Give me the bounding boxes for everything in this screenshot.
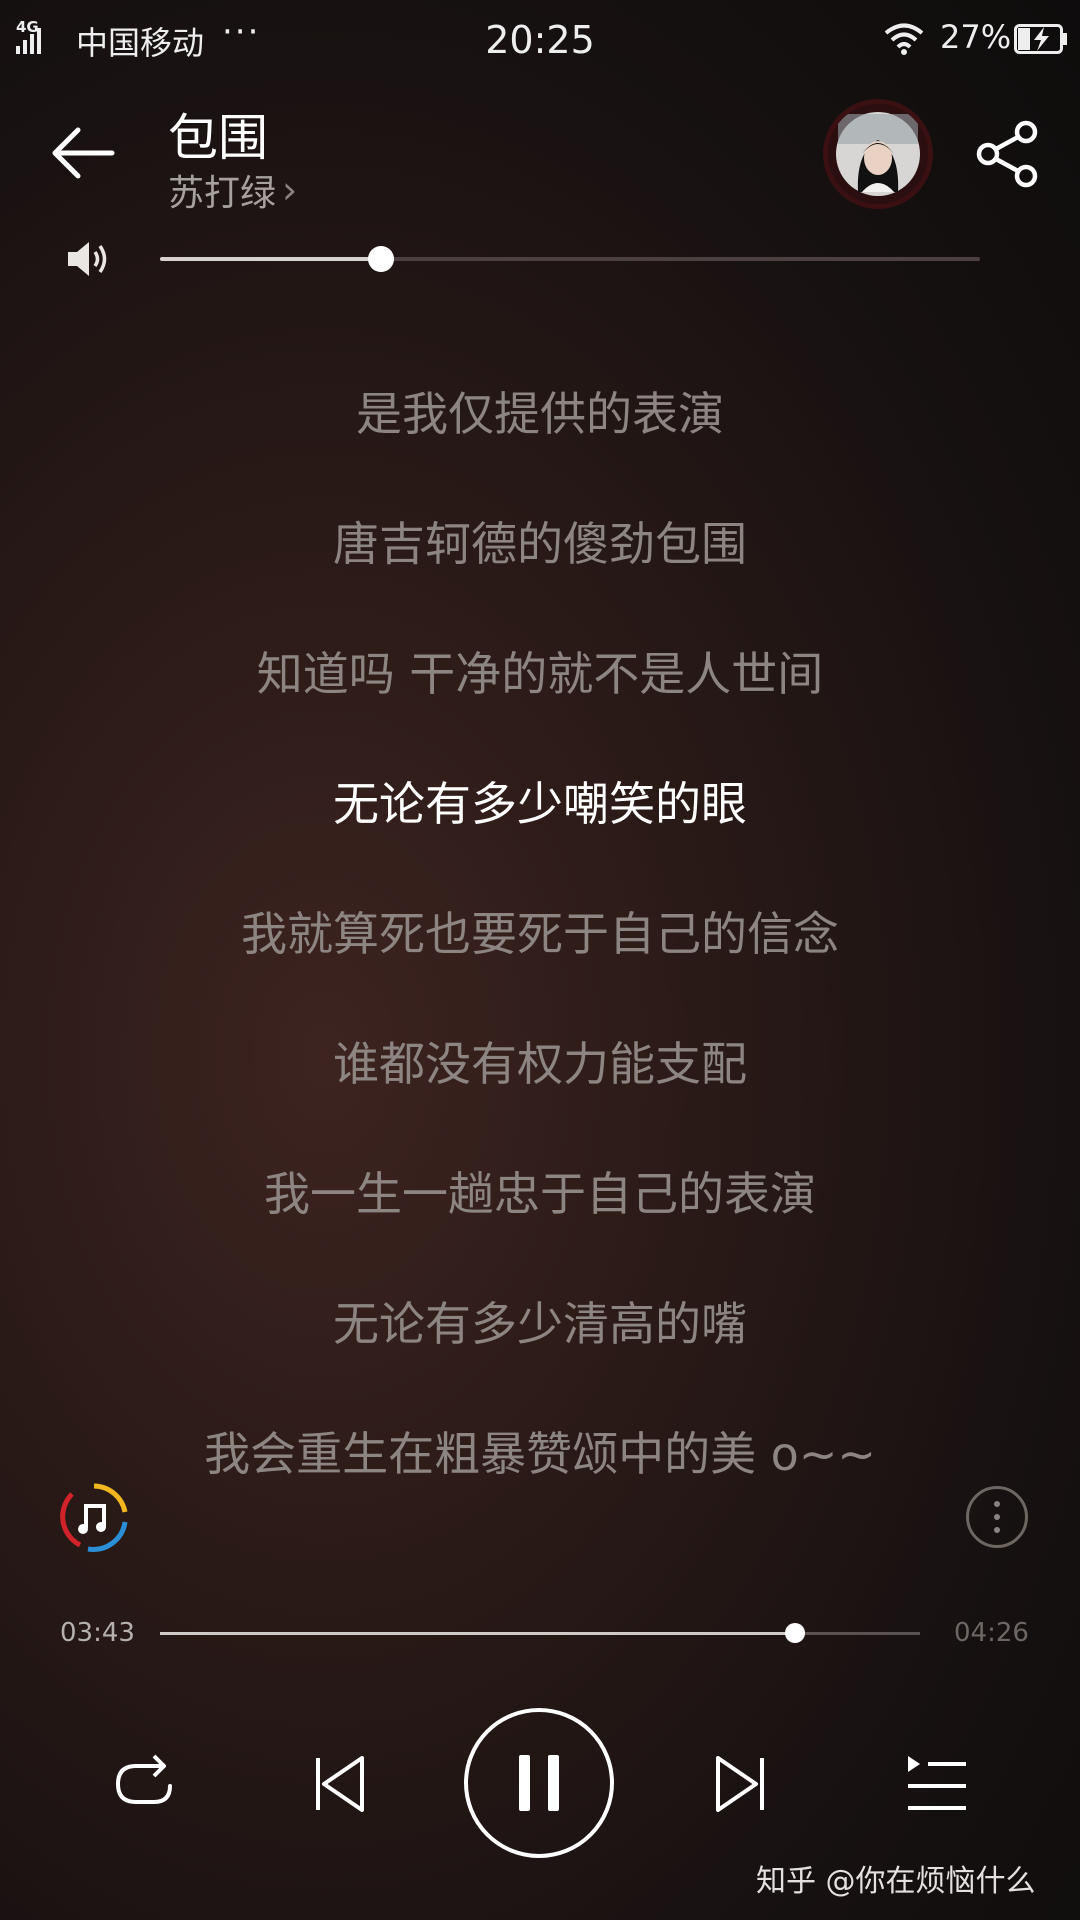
current-time: 03:43 — [60, 1618, 135, 1648]
lyric-line: 我会重生在粗暴赞颂中的美 o~~ — [204, 1427, 876, 1481]
battery-charging-icon — [1014, 24, 1067, 54]
progress-thumb[interactable] — [785, 1623, 805, 1643]
lyric-line: 无论有多少清高的嘴 — [333, 1297, 747, 1351]
skip-next-icon[interactable] — [702, 1744, 782, 1824]
watermark: 知乎 @你在烦恼什么 — [756, 1864, 1036, 1899]
duration: 04:26 — [954, 1618, 1029, 1648]
lyric-line-current: 无论有多少嘲笑的眼 — [333, 777, 747, 831]
artist-name: 苏打绿 — [168, 173, 277, 214]
volume-slider-thumb[interactable] — [368, 246, 394, 272]
chevron-right-icon: › — [282, 168, 298, 212]
more-vertical-icon[interactable] — [966, 1486, 1028, 1548]
progress-fill — [160, 1632, 795, 1635]
album-avatar[interactable] — [828, 104, 928, 204]
speaker-icon[interactable] — [64, 238, 110, 280]
song-title: 包围 — [168, 109, 268, 167]
wifi-icon — [884, 23, 924, 55]
music-note-ring-icon[interactable] — [58, 1482, 130, 1554]
lyric-line: 知道吗 干净的就不是人世间 — [256, 647, 824, 701]
lyric-line: 是我仅提供的表演 — [356, 387, 724, 441]
share-icon[interactable] — [972, 118, 1044, 190]
pause-button[interactable] — [464, 1708, 614, 1858]
artist-link[interactable]: 苏打绿 › — [168, 164, 297, 216]
lyric-line: 唐吉轲德的傻劲包围 — [333, 517, 747, 571]
lyric-line-partial-top — [0, 284, 1080, 306]
pause-icon — [519, 1755, 559, 1811]
status-bar: 4G 中国移动 ··· 20:25 27% — [0, 0, 1080, 78]
repeat-icon[interactable] — [104, 1744, 184, 1824]
playlist-icon[interactable] — [894, 1744, 974, 1824]
lyric-line: 我一生一趟忠于自己的表演 — [264, 1167, 816, 1221]
back-arrow-icon[interactable] — [48, 118, 118, 188]
lyric-line: 谁都没有权力能支配 — [333, 1037, 747, 1091]
avatar-image — [836, 112, 920, 196]
lyric-line: 我就算死也要死于自己的信念 — [241, 907, 839, 961]
battery-percent: 27% — [940, 18, 1012, 56]
volume-slider-fill — [160, 257, 381, 261]
skip-previous-icon[interactable] — [298, 1744, 378, 1824]
